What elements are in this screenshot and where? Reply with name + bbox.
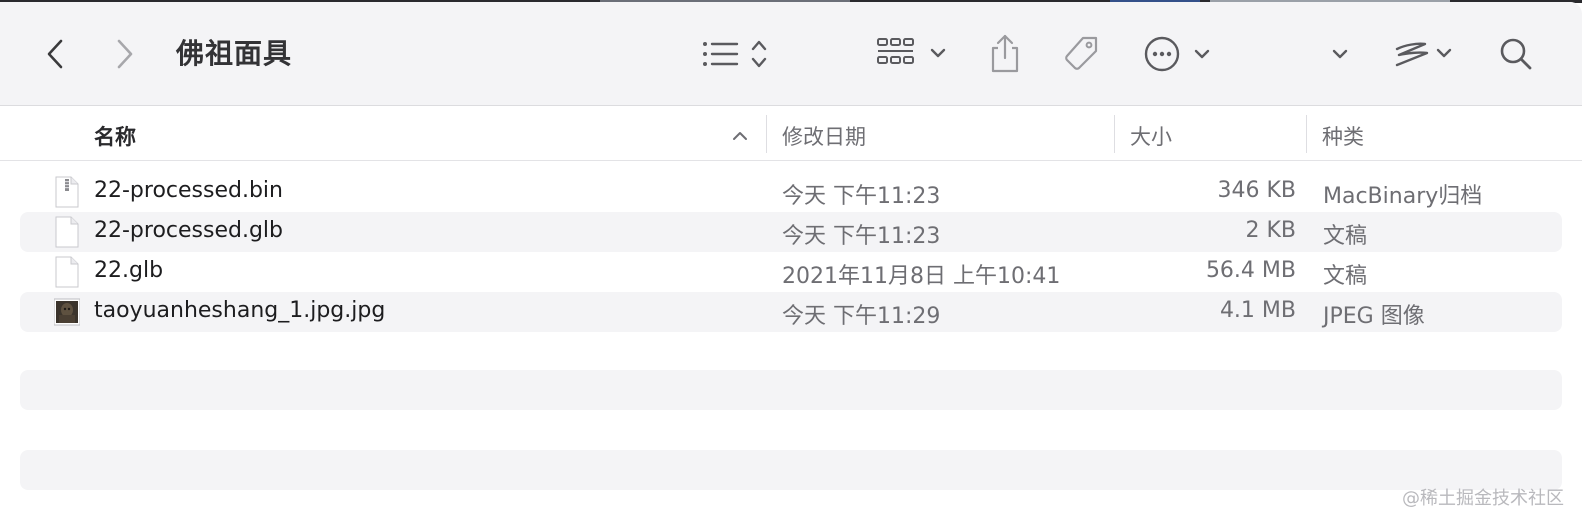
archive-file-icon <box>54 176 80 208</box>
file-date-modified: 2021年11月8日 上午10:41 <box>782 264 1061 289</box>
file-name: 22.glb <box>94 258 164 283</box>
chevron-down-icon <box>1331 48 1349 60</box>
finder-window: 佛祖面具 名称 修改日期 大小 种类 22-processed.bin 今天 下… <box>0 2 1582 520</box>
file-date-modified: 今天 下午11:29 <box>782 304 941 329</box>
file-name: 22-processed.glb <box>94 218 284 243</box>
search-icon <box>1498 36 1534 72</box>
column-divider[interactable] <box>766 115 767 153</box>
file-row[interactable]: 22.glb 2021年11月8日 上午10:41 56.4 MB 文稿 <box>20 252 1562 292</box>
file-row[interactable]: 22-processed.bin 今天 下午11:23 346 KB MacBi… <box>20 172 1562 212</box>
share-button[interactable] <box>984 30 1026 76</box>
file-kind: 文稿 <box>1323 264 1368 289</box>
list-view-icon <box>699 37 771 71</box>
ellipsis-circle-icon <box>1143 35 1215 73</box>
back-button[interactable] <box>40 36 70 72</box>
chevron-left-icon <box>46 39 64 69</box>
more-actions-button[interactable] <box>1142 34 1216 74</box>
image-thumbnail-icon <box>53 296 81 328</box>
column-divider[interactable] <box>1306 115 1307 153</box>
view-options-button[interactable] <box>696 34 774 74</box>
empty-row-stripe <box>20 370 1562 410</box>
file-size: 4.1 MB <box>1219 298 1296 323</box>
share-icon <box>988 32 1022 74</box>
chevron-right-icon <box>116 39 134 69</box>
file-size: 2 KB <box>1245 218 1296 243</box>
forward-button[interactable] <box>110 36 140 72</box>
watermark: @稀土掘金技术社区 <box>1402 488 1564 509</box>
file-size: 56.4 MB <box>1205 258 1296 283</box>
search-button[interactable] <box>1496 34 1536 74</box>
column-header-bar: 名称 修改日期 大小 种类 <box>0 107 1582 161</box>
grid-group-icon <box>875 36 951 72</box>
file-name: 22-processed.bin <box>94 178 283 203</box>
column-divider[interactable] <box>1114 115 1115 153</box>
extension-menu-button[interactable] <box>1390 36 1458 72</box>
file-row[interactable]: taoyuanheshang_1.jpg.jpg 今天 下午11:29 4.1 … <box>20 292 1562 332</box>
file-kind: 文稿 <box>1323 224 1368 249</box>
toolbar: 佛祖面具 <box>0 2 1582 106</box>
column-header-name[interactable]: 名称 <box>94 121 136 151</box>
document-file-icon <box>54 256 80 288</box>
empty-row-stripe <box>20 450 1562 490</box>
column-header-kind[interactable]: 种类 <box>1322 121 1364 151</box>
file-name: taoyuanheshang_1.jpg.jpg <box>94 298 386 323</box>
file-size: 346 KB <box>1217 178 1296 203</box>
file-date-modified: 今天 下午11:23 <box>782 184 941 209</box>
scribble-extension-icon <box>1391 37 1457 71</box>
file-row[interactable]: 22-processed.glb 今天 下午11:23 2 KB 文稿 <box>20 212 1562 252</box>
tag-icon <box>1061 34 1101 74</box>
file-date-modified: 今天 下午11:23 <box>782 224 941 249</box>
sort-ascending-icon <box>731 127 749 146</box>
file-kind: JPEG 图像 <box>1323 304 1425 329</box>
column-header-date[interactable]: 修改日期 <box>782 121 866 151</box>
window-title: 佛祖面具 <box>176 37 293 70</box>
toolbar-overflow-button[interactable] <box>1326 40 1354 68</box>
document-file-icon <box>54 216 80 248</box>
column-header-size[interactable]: 大小 <box>1130 121 1172 151</box>
file-kind: MacBinary归档 <box>1323 184 1483 209</box>
group-by-button[interactable] <box>874 34 952 74</box>
tag-button[interactable] <box>1058 32 1104 76</box>
